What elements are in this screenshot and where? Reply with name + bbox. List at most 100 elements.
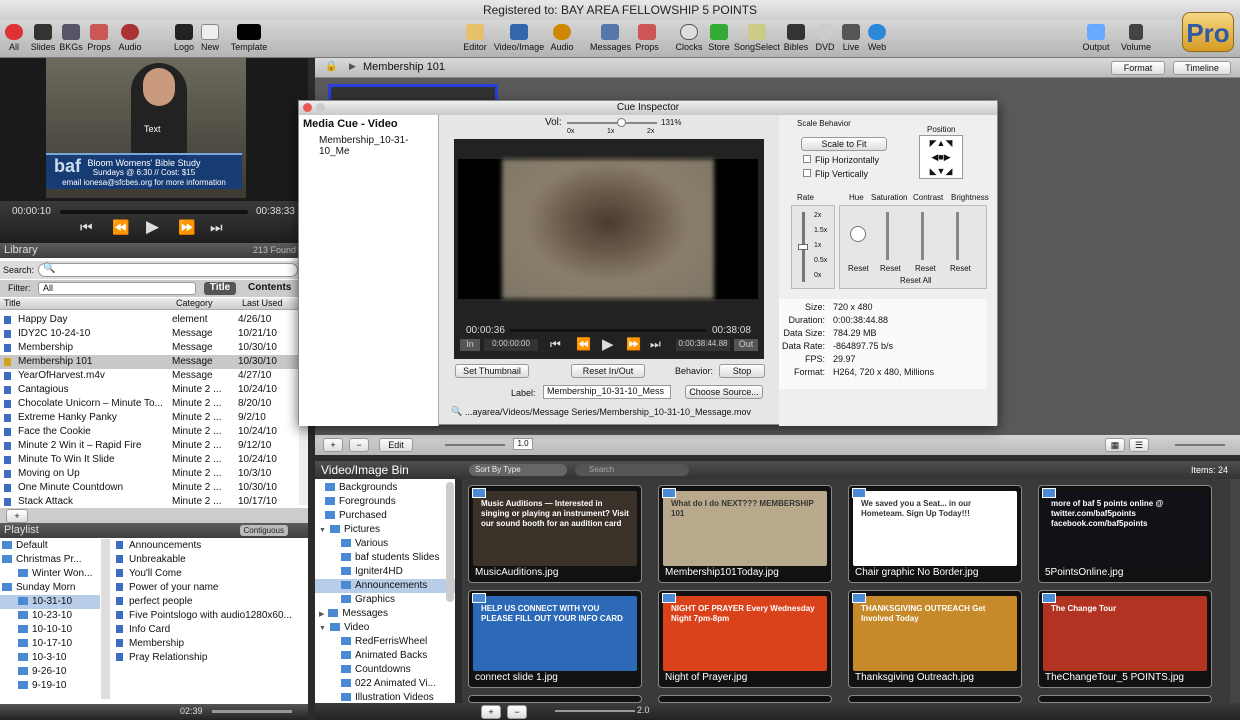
media-thumbnail[interactable]: What do I do NEXT??? MEMBERSHIP 101 Membe… [658, 485, 832, 583]
bin-grid-scrollbar[interactable] [1230, 479, 1240, 703]
playlist-folder[interactable]: 10-17-10 [0, 637, 100, 651]
playlist-item[interactable]: Five Pointslogo with audio1280x60... [116, 609, 292, 623]
bibles-button[interactable]: Bibles [782, 20, 810, 58]
set-thumbnail-button[interactable]: Set Thumbnail [455, 364, 529, 378]
grid-zoom-slider[interactable] [445, 444, 505, 446]
media-thumbnail[interactable]: We saved you a Seat... in our Hometeam. … [848, 485, 1022, 583]
flip-horizontal-checkbox[interactable]: Flip Horizontally [803, 155, 879, 165]
scale-select[interactable]: Scale to Fit [801, 137, 887, 151]
skip-forward-icon[interactable]: ⏭ [210, 219, 223, 236]
rewind-icon[interactable]: ⏪ [112, 219, 129, 236]
bin-tree-scrollbar[interactable] [446, 482, 454, 602]
column-last-used[interactable]: Last Used [242, 298, 283, 308]
reset-in-out-button[interactable]: Reset In/Out [571, 364, 645, 378]
bin-folder[interactable]: Countdowns [315, 663, 455, 677]
playlist-item[interactable]: perfect people [116, 595, 192, 609]
library-row[interactable]: Membership 101 Message 10/30/10 [0, 355, 300, 369]
set-in-button[interactable]: In [460, 339, 480, 351]
library-row[interactable]: Cantagious Minute 2 ... 10/24/10 [0, 383, 300, 397]
timeline-button[interactable]: Timeline [1173, 61, 1231, 75]
media-thumbnail[interactable] [468, 695, 642, 703]
magnify-icon[interactable]: 🔍 [451, 406, 462, 417]
disclosure-arrow-icon[interactable]: ▼ [319, 625, 326, 632]
volume-slider-knob[interactable] [617, 118, 626, 127]
add-slide-button[interactable]: + [323, 438, 343, 452]
library-search-input[interactable]: 🔍 [38, 263, 298, 277]
tab-title[interactable]: Title [204, 282, 236, 295]
library-row[interactable]: Minute To Win It Slide Minute 2 ... 10/24/… [0, 453, 300, 467]
saturation-slider[interactable] [886, 212, 889, 260]
video-image-button[interactable]: Video/Image [492, 20, 546, 58]
editor-button[interactable]: Editor [460, 20, 490, 58]
cue-scrubber[interactable] [510, 329, 706, 332]
preview-scrubber[interactable] [60, 210, 248, 214]
reset-all-button[interactable]: Reset All [900, 276, 932, 285]
format-button[interactable]: Format [1111, 61, 1165, 75]
bin-folder[interactable]: Announcements [315, 579, 455, 593]
playlist-folder[interactable]: Christmas Pr... [0, 553, 100, 567]
bin-folder[interactable]: Animated Backs [315, 649, 455, 663]
media-thumbnail[interactable]: HELP US CONNECT WITH YOU PLEASE FILL OUT… [468, 590, 642, 688]
new-button[interactable]: New [198, 20, 222, 58]
dvd-button[interactable]: DVD [812, 20, 838, 58]
bin-folder[interactable]: Graphics [315, 593, 455, 607]
add-library-button[interactable]: + [6, 509, 28, 523]
hue-dial[interactable] [850, 226, 866, 242]
bin-zoom-slider[interactable] [555, 710, 635, 712]
tab-contents[interactable]: Contents [248, 282, 296, 295]
in-time-field[interactable]: 0:00:00:00 [484, 339, 538, 351]
playlist-folder[interactable]: 9-26-10 [0, 665, 100, 679]
label-input[interactable]: Membership_10-31-10_Mess [543, 385, 671, 399]
media-thumbnail[interactable]: NIGHT OF PRAYER Every Wednesday Night 7p… [658, 590, 832, 688]
rate-slider-knob[interactable] [798, 244, 808, 250]
cue-inspector-window[interactable]: Cue Inspector Media Cue - Video Membersh… [298, 100, 998, 426]
out-time-field[interactable]: 0:00:38:44.88 [676, 339, 730, 351]
thumbnail-size-slider[interactable] [1175, 444, 1225, 446]
library-row[interactable]: Membership Message 10/30/10 [0, 341, 300, 355]
playlist-folder[interactable]: 10-23-10 [0, 609, 100, 623]
playlist-item[interactable]: Info Card [116, 623, 170, 637]
playlist-folder[interactable]: Sunday Morn [0, 581, 100, 595]
playlist-tree-scrollbar[interactable] [101, 539, 110, 699]
lock-icon[interactable]: 🔒 [325, 61, 337, 72]
skip-back-icon[interactable]: ⏮ [80, 219, 93, 236]
behavior-select[interactable]: Stop [719, 364, 765, 378]
column-title[interactable]: Title [4, 298, 21, 308]
media-thumbnail[interactable] [1038, 695, 1212, 703]
playlist-item[interactable]: Announcements [116, 539, 201, 553]
playlist-item[interactable]: You'll Come [116, 567, 182, 581]
disclosure-arrow-icon[interactable]: ▶ [319, 611, 324, 618]
library-row[interactable]: Minute 2 Win it – Rapid Fire Minute 2 ...… [0, 439, 300, 453]
bin-folder[interactable]: RedFerrisWheel [315, 635, 455, 649]
disclosure-arrow-icon[interactable]: ▼ [319, 527, 326, 534]
audio-button[interactable]: Audio [116, 20, 144, 58]
library-row[interactable]: Extreme Hanky Panky Minute 2 ... 9/2/10 [0, 411, 300, 425]
bin-folder[interactable]: 022 Animated Vi... [315, 677, 455, 691]
bin-folder[interactable]: Backgrounds [315, 481, 455, 495]
bin-folder[interactable]: Purchased [315, 509, 455, 523]
playlist-folder[interactable]: Winter Won... [0, 567, 100, 581]
bin-folder[interactable]: ▶ Messages [315, 607, 455, 621]
library-row[interactable]: Moving on Up Minute 2 ... 10/3/10 [0, 467, 300, 481]
sort-select[interactable]: Sort By Type [469, 464, 567, 476]
playlist-folder[interactable]: 10-31-10 [0, 595, 100, 609]
library-row[interactable]: One Minute Countdown Minute 2 ... 10/30/10 [0, 481, 300, 495]
cue-inspector-titlebar[interactable]: Cue Inspector [299, 101, 997, 115]
playlist-folder[interactable]: Default [0, 539, 100, 553]
brightness-slider[interactable] [956, 212, 959, 260]
cue-fast-forward-icon[interactable]: ⏩ [626, 337, 641, 351]
output-button[interactable]: Output [1080, 20, 1112, 58]
live-button[interactable]: Live [838, 20, 864, 58]
slides-button[interactable]: Slides [30, 20, 56, 58]
disclosure-arrow-icon[interactable]: ▶ [349, 61, 356, 72]
playlist-item[interactable]: Unbreakable [116, 553, 186, 567]
minimize-window-icon[interactable] [316, 103, 325, 112]
props-bin-button[interactable]: Props [633, 20, 661, 58]
bin-add-button[interactable]: + [481, 705, 501, 719]
set-out-button[interactable]: Out [734, 339, 758, 351]
filter-select[interactable]: All [38, 282, 196, 295]
playlist-item[interactable]: Membership [116, 637, 184, 651]
cue-skip-back-icon[interactable]: ⏮ [550, 337, 561, 352]
contrast-slider[interactable] [921, 212, 924, 260]
edit-button[interactable]: Edit [379, 438, 413, 452]
